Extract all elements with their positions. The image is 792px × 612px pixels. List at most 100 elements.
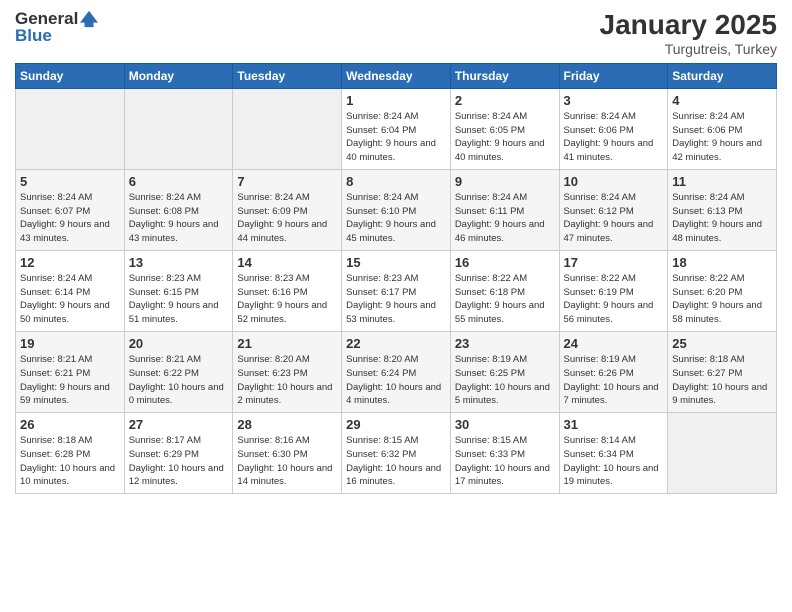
day-number: 4 — [672, 93, 772, 108]
title-block: January 2025 Turgutreis, Turkey — [600, 10, 777, 57]
day-info: Sunrise: 8:24 AM Sunset: 6:05 PM Dayligh… — [455, 110, 555, 165]
main-title: January 2025 — [600, 10, 777, 41]
day-number: 21 — [237, 336, 337, 351]
day-info: Sunrise: 8:15 AM Sunset: 6:32 PM Dayligh… — [346, 434, 446, 489]
day-number: 24 — [564, 336, 664, 351]
day-info: Sunrise: 8:24 AM Sunset: 6:11 PM Dayligh… — [455, 191, 555, 246]
calendar-cell: 27Sunrise: 8:17 AM Sunset: 6:29 PM Dayli… — [124, 413, 233, 494]
calendar-cell: 6 Sunrise: 8:24 AM Sunset: 6:08 PM Daylig… — [124, 169, 233, 250]
day-number: 16 — [455, 255, 555, 270]
day-number: 3 — [564, 93, 664, 108]
calendar-cell: 26 Sunrise: 8:18 AM Sunset: 6:28 PM Dayli… — [16, 413, 125, 494]
day-number: 6 — [129, 174, 229, 189]
day-info: Sunrise: 8:21 AM Sunset: 6:21 PM Dayligh… — [20, 353, 120, 408]
calendar-cell: 15Sunrise: 8:23 AM Sunset: 6:17 PM Dayli… — [342, 250, 451, 331]
calendar-cell: 5 Sunrise: 8:24 AM Sunset: 6:07 PM Daylig… — [16, 169, 125, 250]
calendar-cell: 22 Sunrise: 8:20 AM Sunset: 6:24 PM Dayli… — [342, 331, 451, 412]
calendar-cell: 19Sunrise: 8:21 AM Sunset: 6:21 PM Dayli… — [16, 331, 125, 412]
day-info: Sunrise: 8:24 AM Sunset: 6:14 PM Dayligh… — [20, 272, 120, 327]
day-number: 20 — [129, 336, 229, 351]
calendar-cell: 17Sunrise: 8:22 AM Sunset: 6:19 PM Dayli… — [559, 250, 668, 331]
calendar-cell: 14 Sunrise: 8:23 AM Sunset: 6:16 PM Dayli… — [233, 250, 342, 331]
day-info: Sunrise: 8:23 AM Sunset: 6:15 PM Dayligh… — [129, 272, 229, 327]
col-tuesday: Tuesday — [233, 63, 342, 88]
col-thursday: Thursday — [450, 63, 559, 88]
day-info: Sunrise: 8:20 AM Sunset: 6:24 PM Dayligh… — [346, 353, 446, 408]
calendar-cell: 24 Sunrise: 8:19 AM Sunset: 6:26 PM Dayli… — [559, 331, 668, 412]
calendar-week-4: 19Sunrise: 8:21 AM Sunset: 6:21 PM Dayli… — [16, 331, 777, 412]
day-info: Sunrise: 8:24 AM Sunset: 6:06 PM Dayligh… — [564, 110, 664, 165]
day-number: 2 — [455, 93, 555, 108]
day-number: 26 — [20, 417, 120, 432]
calendar-cell: 23 Sunrise: 8:19 AM Sunset: 6:25 PM Dayli… — [450, 331, 559, 412]
calendar-cell — [124, 88, 233, 169]
logo-blue: Blue — [15, 27, 52, 46]
calendar-cell: 7Sunrise: 8:24 AM Sunset: 6:09 PM Daylig… — [233, 169, 342, 250]
col-saturday: Saturday — [668, 63, 777, 88]
col-sunday: Sunday — [16, 63, 125, 88]
col-wednesday: Wednesday — [342, 63, 451, 88]
day-number: 22 — [346, 336, 446, 351]
calendar-cell: 30Sunrise: 8:15 AM Sunset: 6:33 PM Dayli… — [450, 413, 559, 494]
page-container: General Blue January 2025 Turgutreis, Tu… — [0, 0, 792, 504]
calendar-table: Sunday Monday Tuesday Wednesday Thursday… — [15, 63, 777, 494]
day-info: Sunrise: 8:19 AM Sunset: 6:25 PM Dayligh… — [455, 353, 555, 408]
day-info: Sunrise: 8:24 AM Sunset: 6:06 PM Dayligh… — [672, 110, 772, 165]
day-info: Sunrise: 8:24 AM Sunset: 6:07 PM Dayligh… — [20, 191, 120, 246]
calendar-cell: 16 Sunrise: 8:22 AM Sunset: 6:18 PM Dayli… — [450, 250, 559, 331]
day-number: 27 — [129, 417, 229, 432]
header-row: Sunday Monday Tuesday Wednesday Thursday… — [16, 63, 777, 88]
day-info: Sunrise: 8:23 AM Sunset: 6:17 PM Dayligh… — [346, 272, 446, 327]
day-info: Sunrise: 8:18 AM Sunset: 6:28 PM Dayligh… — [20, 434, 120, 489]
day-number: 13 — [129, 255, 229, 270]
day-info: Sunrise: 8:22 AM Sunset: 6:20 PM Dayligh… — [672, 272, 772, 327]
calendar-week-2: 5 Sunrise: 8:24 AM Sunset: 6:07 PM Daylig… — [16, 169, 777, 250]
calendar-cell: 9 Sunrise: 8:24 AM Sunset: 6:11 PM Daylig… — [450, 169, 559, 250]
day-info: Sunrise: 8:22 AM Sunset: 6:18 PM Dayligh… — [455, 272, 555, 327]
calendar-cell: 25Sunrise: 8:18 AM Sunset: 6:27 PM Dayli… — [668, 331, 777, 412]
day-number: 31 — [564, 417, 664, 432]
day-info: Sunrise: 8:19 AM Sunset: 6:26 PM Dayligh… — [564, 353, 664, 408]
calendar-week-5: 26 Sunrise: 8:18 AM Sunset: 6:28 PM Dayli… — [16, 413, 777, 494]
col-friday: Friday — [559, 63, 668, 88]
calendar-cell: 29 Sunrise: 8:15 AM Sunset: 6:32 PM Dayli… — [342, 413, 451, 494]
calendar-week-3: 12Sunrise: 8:24 AM Sunset: 6:14 PM Dayli… — [16, 250, 777, 331]
day-number: 1 — [346, 93, 446, 108]
day-number: 8 — [346, 174, 446, 189]
day-info: Sunrise: 8:24 AM Sunset: 6:13 PM Dayligh… — [672, 191, 772, 246]
calendar-cell: 8Sunrise: 8:24 AM Sunset: 6:10 PM Daylig… — [342, 169, 451, 250]
logo: General Blue — [15, 10, 98, 45]
calendar-cell: 28Sunrise: 8:16 AM Sunset: 6:30 PM Dayli… — [233, 413, 342, 494]
day-number: 29 — [346, 417, 446, 432]
day-number: 18 — [672, 255, 772, 270]
calendar-cell: 4 Sunrise: 8:24 AM Sunset: 6:06 PM Daylig… — [668, 88, 777, 169]
col-monday: Monday — [124, 63, 233, 88]
day-info: Sunrise: 8:23 AM Sunset: 6:16 PM Dayligh… — [237, 272, 337, 327]
day-info: Sunrise: 8:24 AM Sunset: 6:04 PM Dayligh… — [346, 110, 446, 165]
calendar-cell: 3 Sunrise: 8:24 AM Sunset: 6:06 PM Daylig… — [559, 88, 668, 169]
subtitle: Turgutreis, Turkey — [600, 41, 777, 57]
day-info: Sunrise: 8:24 AM Sunset: 6:12 PM Dayligh… — [564, 191, 664, 246]
day-number: 25 — [672, 336, 772, 351]
day-number: 14 — [237, 255, 337, 270]
day-number: 10 — [564, 174, 664, 189]
day-info: Sunrise: 8:20 AM Sunset: 6:23 PM Dayligh… — [237, 353, 337, 408]
day-info: Sunrise: 8:24 AM Sunset: 6:08 PM Dayligh… — [129, 191, 229, 246]
day-number: 28 — [237, 417, 337, 432]
calendar-cell: 1 Sunrise: 8:24 AM Sunset: 6:04 PM Daylig… — [342, 88, 451, 169]
day-number: 9 — [455, 174, 555, 189]
day-number: 17 — [564, 255, 664, 270]
calendar-cell — [16, 88, 125, 169]
day-number: 11 — [672, 174, 772, 189]
calendar-cell: 12Sunrise: 8:24 AM Sunset: 6:14 PM Dayli… — [16, 250, 125, 331]
calendar-cell: 21 Sunrise: 8:20 AM Sunset: 6:23 PM Dayli… — [233, 331, 342, 412]
calendar-cell: 31Sunrise: 8:14 AM Sunset: 6:34 PM Dayli… — [559, 413, 668, 494]
day-number: 23 — [455, 336, 555, 351]
calendar-cell — [668, 413, 777, 494]
header: General Blue January 2025 Turgutreis, Tu… — [15, 10, 777, 57]
day-number: 5 — [20, 174, 120, 189]
day-number: 30 — [455, 417, 555, 432]
logo-graphic: General Blue — [15, 10, 98, 45]
calendar-cell — [233, 88, 342, 169]
calendar-week-1: 1 Sunrise: 8:24 AM Sunset: 6:04 PM Daylig… — [16, 88, 777, 169]
